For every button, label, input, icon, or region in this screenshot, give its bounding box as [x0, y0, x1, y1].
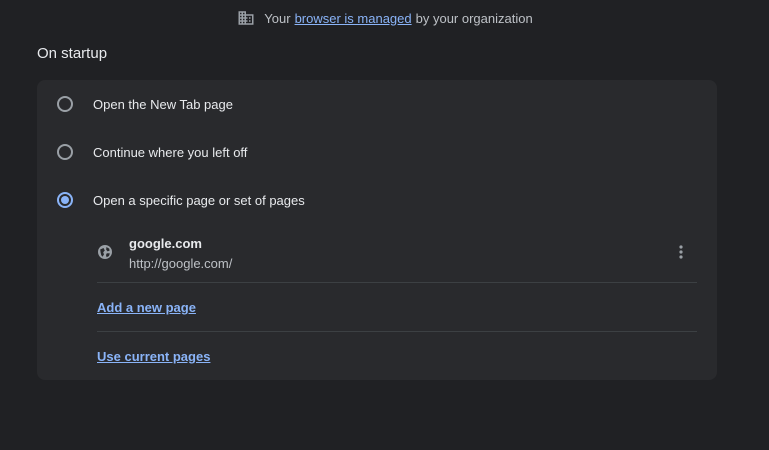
section-title: On startup — [37, 45, 108, 62]
radio-button[interactable] — [57, 96, 73, 112]
page-name: google.com — [129, 236, 202, 251]
startup-card: Open the New Tab page Continue where you… — [37, 80, 717, 380]
managed-banner: Your browser is managed by your organiza… — [0, 8, 769, 28]
building-icon — [236, 8, 256, 28]
radio-option-new-tab[interactable]: Open the New Tab page — [37, 80, 717, 128]
radio-label: Open a specific page or set of pages — [93, 192, 305, 208]
page-url: http://google.com/ — [129, 256, 233, 271]
banner-suffix: by your organization — [415, 10, 533, 26]
more-actions-icon[interactable] — [671, 242, 691, 262]
radio-label: Open the New Tab page — [93, 96, 233, 112]
radio-option-specific-pages[interactable]: Open a specific page or set of pages — [37, 176, 717, 224]
radio-option-continue[interactable]: Continue where you left off — [37, 128, 717, 176]
browser-managed-link[interactable]: browser is managed — [295, 11, 412, 26]
radio-button[interactable] — [57, 144, 73, 160]
add-new-page-link[interactable]: Add a new page — [97, 300, 196, 315]
radio-label: Continue where you left off — [93, 144, 248, 160]
globe-icon — [97, 244, 113, 260]
banner-prefix: Your — [264, 10, 291, 26]
divider — [97, 282, 697, 283]
startup-page-entry: google.com http://google.com/ — [97, 230, 697, 282]
use-current-pages-link[interactable]: Use current pages — [97, 349, 210, 364]
radio-button-selected[interactable] — [57, 192, 73, 208]
divider — [97, 331, 697, 332]
